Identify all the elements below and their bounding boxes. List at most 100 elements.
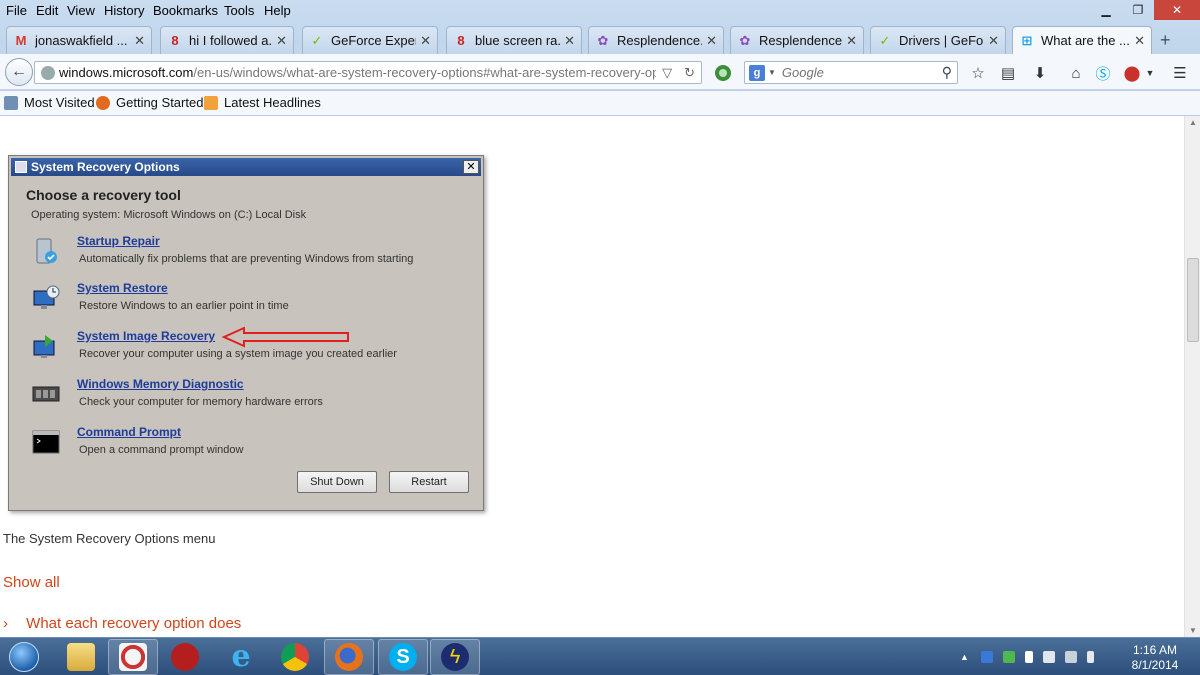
close-window-button[interactable]: ✕ xyxy=(1154,0,1200,20)
back-arrow-icon[interactable]: ← xyxy=(5,58,33,86)
tab-label: blue screen ra... xyxy=(475,33,561,48)
bookmark-star-icon[interactable]: ☆ xyxy=(968,63,988,83)
search-icon[interactable]: ⚲ xyxy=(942,64,952,81)
url-bar[interactable]: windows.microsoft.com /en-us/windows/wha… xyxy=(34,61,702,84)
tab-resplendence-2[interactable]: ✿ Resplendence... ✕ xyxy=(730,26,864,54)
menu-bookmarks[interactable]: Bookmarks xyxy=(153,3,218,18)
bookmark-latest-headlines[interactable]: Latest Headlines xyxy=(204,95,321,110)
gmail-notifier-icon[interactable] xyxy=(980,651,993,663)
restore-button[interactable]: ❐ xyxy=(1122,0,1154,20)
bookmark-label: Latest Headlines xyxy=(224,95,321,110)
volume-icon[interactable] xyxy=(1086,651,1094,663)
taskbar-clock[interactable]: 1:16 AM 8/1/2014 xyxy=(1120,643,1190,673)
menu-edit[interactable]: Edit xyxy=(36,3,58,18)
tab-close-icon[interactable]: ✕ xyxy=(564,33,575,49)
tab-close-icon[interactable]: ✕ xyxy=(420,33,431,49)
show-hidden-icons-icon[interactable]: ▲ xyxy=(960,652,969,662)
tab-label: Resplendence... xyxy=(759,33,843,48)
bookmark-getting-started[interactable]: Getting Started xyxy=(96,95,203,110)
scroll-up-icon[interactable]: ▲ xyxy=(1185,118,1200,127)
scrollbar-thumb[interactable] xyxy=(1187,258,1199,342)
tab-microsoft-active[interactable]: ⊞ What are the ... ✕ xyxy=(1012,26,1152,54)
bookmarks-bar: Most Visited Getting Started Latest Head… xyxy=(0,91,1200,115)
taskbar-performance-app[interactable]: ϟ xyxy=(430,639,480,675)
menu-view[interactable]: View xyxy=(67,3,95,18)
reading-list-icon[interactable]: ▤ xyxy=(998,63,1018,83)
tab-gmail[interactable]: M jonaswakfield ... ✕ xyxy=(6,26,152,54)
tab-close-icon[interactable]: ✕ xyxy=(1134,33,1145,49)
addon-globe-icon[interactable] xyxy=(713,63,733,83)
menu-tools[interactable]: Tools xyxy=(224,3,254,18)
tab-close-icon[interactable]: ✕ xyxy=(706,33,717,49)
system-image-recovery-icon xyxy=(33,335,55,358)
resplendence-icon: ✿ xyxy=(597,32,609,48)
taskbar-skype[interactable]: S xyxy=(378,639,428,675)
tab-forum-2[interactable]: 8 blue screen ra... ✕ xyxy=(446,26,582,54)
section-expander[interactable]: › What each recovery option does xyxy=(3,615,241,632)
minimize-button[interactable]: ▁ xyxy=(1090,0,1122,20)
tool-command-prompt: Command Prompt Open a command prompt win… xyxy=(29,425,469,465)
restart-button: Restart xyxy=(389,471,469,493)
red-arrow-annotation-icon xyxy=(222,326,349,348)
geforce-tray-icon[interactable] xyxy=(1002,651,1015,663)
tab-geforce-experience[interactable]: ✓ GeForce Exper... ✕ xyxy=(302,26,438,54)
reload-icon[interactable]: ↻ xyxy=(684,65,695,81)
taskbar-firefox[interactable] xyxy=(324,639,374,675)
tab-close-icon[interactable]: ✕ xyxy=(988,33,999,49)
taskbar-chrome[interactable] xyxy=(270,639,320,675)
menu-history[interactable]: History xyxy=(104,3,144,18)
resplendence-icon: ✿ xyxy=(739,32,751,48)
scissors-icon xyxy=(119,643,147,671)
taskbar-internet-explorer[interactable]: e xyxy=(216,639,266,675)
clock-date: 8/1/2014 xyxy=(1131,658,1179,672)
image-caption: The System Recovery Options menu xyxy=(3,531,216,546)
taskbar-snipping-tool[interactable] xyxy=(108,639,158,675)
new-tab-plus-icon[interactable]: + xyxy=(1160,30,1171,51)
bookmark-most-visited[interactable]: Most Visited xyxy=(4,95,95,110)
download-icon[interactable]: ⬇ xyxy=(1030,63,1050,83)
tab-forum-1[interactable]: 8 hi I followed a... ✕ xyxy=(160,26,294,54)
scroll-down-icon[interactable]: ▼ xyxy=(1185,626,1200,635)
search-box[interactable]: g ▼ ⚲ xyxy=(744,61,958,84)
tab-close-icon[interactable]: ✕ xyxy=(276,33,287,49)
system-restore-icon xyxy=(33,285,60,309)
section-title: What each recovery option does xyxy=(26,615,242,632)
geforce-icon: ✓ xyxy=(879,32,891,48)
community-icon: 8 xyxy=(457,32,465,48)
google-icon: g xyxy=(749,64,765,81)
network-icon[interactable] xyxy=(1042,651,1055,663)
hamburger-menu-icon[interactable]: ☰ xyxy=(1170,63,1190,83)
command-prompt-icon xyxy=(32,430,60,454)
tab-close-icon[interactable]: ✕ xyxy=(846,33,857,49)
windows-taskbar: e S ϟ ▲ 1:16 AM 8/1/2014 xyxy=(0,637,1200,675)
dropdown-triangle-icon[interactable]: ▽ xyxy=(662,65,672,81)
tool-system-restore: System Restore Restore Windows to an ear… xyxy=(29,281,469,321)
tab-resplendence-1[interactable]: ✿ Resplendence... ✕ xyxy=(588,26,724,54)
tool-description: Check your computer for memory hardware … xyxy=(79,396,323,408)
url-path: /en-us/windows/what-are-system-recovery-… xyxy=(193,65,657,80)
start-button[interactable] xyxy=(2,639,46,675)
skype-icon[interactable]: Ⓢ xyxy=(1093,63,1113,83)
tab-geforce-drivers[interactable]: ✓ Drivers | GeFo... ✕ xyxy=(870,26,1006,54)
menu-file[interactable]: File xyxy=(6,3,27,18)
system-restore-link: System Restore xyxy=(77,281,168,295)
taskbar-explorer[interactable] xyxy=(56,639,106,675)
tab-label: jonaswakfield ... xyxy=(35,33,128,48)
vertical-scrollbar[interactable]: ▲ ▼ xyxy=(1184,116,1200,637)
windows-orb-icon xyxy=(9,642,39,672)
window-controls: ▁ ❐ ✕ xyxy=(1090,0,1200,22)
system-image-recovery-link: System Image Recovery xyxy=(77,329,216,343)
menu-help[interactable]: Help xyxy=(264,3,291,18)
device-icon[interactable] xyxy=(1064,651,1077,663)
windows-icon: ⊞ xyxy=(1021,32,1033,48)
chevron-down-icon[interactable]: ▼ xyxy=(1140,63,1160,83)
chevron-down-icon[interactable]: ▼ xyxy=(768,68,776,77)
tab-close-icon[interactable]: ✕ xyxy=(134,33,145,49)
flag-icon[interactable] xyxy=(1024,651,1033,663)
adblock-icon[interactable]: ⬤ xyxy=(1122,63,1142,83)
show-all-link[interactable]: Show all xyxy=(3,574,60,591)
home-icon[interactable]: ⌂ xyxy=(1066,63,1086,83)
search-input[interactable] xyxy=(781,65,932,80)
taskbar-pokerstars[interactable] xyxy=(160,639,210,675)
firefox-icon xyxy=(335,643,363,671)
